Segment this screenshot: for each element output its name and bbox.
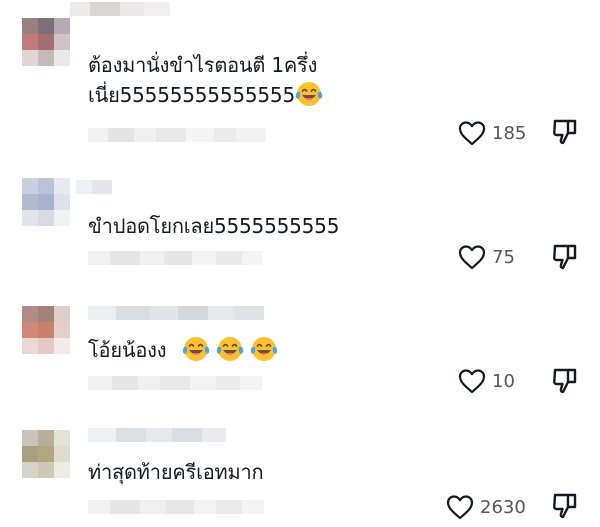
thumbs-down-outline-icon[interactable] <box>552 367 578 395</box>
heart-outline-icon <box>446 495 474 520</box>
comment-emoji-list <box>295 82 329 107</box>
avatar[interactable] <box>22 18 70 66</box>
comment-text: ท่าสุดท้ายครีเอทมาก <box>88 457 388 487</box>
heart-outline-icon <box>458 121 486 146</box>
comment-text-line-1: ต้องมานั่งขำไรตอนตี 1ครึ่ง <box>88 53 318 77</box>
face-with-tears-of-joy-icon <box>251 337 278 361</box>
like-button[interactable]: 75 <box>458 244 515 270</box>
avatar[interactable] <box>22 430 70 478</box>
comment-date-redacted <box>88 122 266 148</box>
comment-text-line-1: ขำปอดโยกเลย5555555555 <box>88 214 340 238</box>
comment-text: โอ้ยน้องง <box>88 335 388 365</box>
comment-emoji-list <box>182 337 284 362</box>
thumbs-down-outline-icon[interactable] <box>552 243 578 271</box>
like-button[interactable]: 2630 <box>446 494 526 520</box>
comment-text: ต้องมานั่งขำไรตอนตี 1ครึ่ง เนี่ย55555555… <box>88 50 388 110</box>
like-count: 10 <box>492 370 515 392</box>
comment-text: ขำปอดโยกเลย5555555555 <box>88 211 388 241</box>
thumbs-down-outline-icon[interactable] <box>552 118 578 146</box>
comment-text-line-1: ท่าสุดท้ายครีเอทมาก <box>88 460 264 484</box>
username-redacted[interactable] <box>70 2 170 16</box>
comment-date-redacted <box>88 245 262 271</box>
like-count: 2630 <box>480 496 526 518</box>
face-with-tears-of-joy-icon <box>295 82 323 106</box>
comment-text-line-1: โอ้ยน้องง <box>88 338 167 362</box>
like-count: 185 <box>492 122 527 144</box>
like-button[interactable]: 185 <box>458 120 526 146</box>
like-count: 75 <box>492 246 515 268</box>
username-redacted[interactable] <box>88 306 264 320</box>
face-with-tears-of-joy-icon <box>217 337 244 361</box>
avatar[interactable] <box>22 178 70 226</box>
heart-outline-icon <box>458 245 486 270</box>
thumbs-down-outline-icon[interactable] <box>552 492 578 520</box>
username-redacted[interactable] <box>76 180 112 194</box>
comment-text-line-2: เนี่ย55555555555555 <box>88 83 295 107</box>
heart-outline-icon <box>458 369 486 394</box>
avatar[interactable] <box>22 306 70 354</box>
comment-date-redacted <box>88 494 264 520</box>
comment-date-redacted <box>88 370 262 396</box>
like-button[interactable]: 10 <box>458 368 515 394</box>
username-redacted[interactable] <box>88 428 226 442</box>
face-with-tears-of-joy-icon <box>183 337 210 361</box>
